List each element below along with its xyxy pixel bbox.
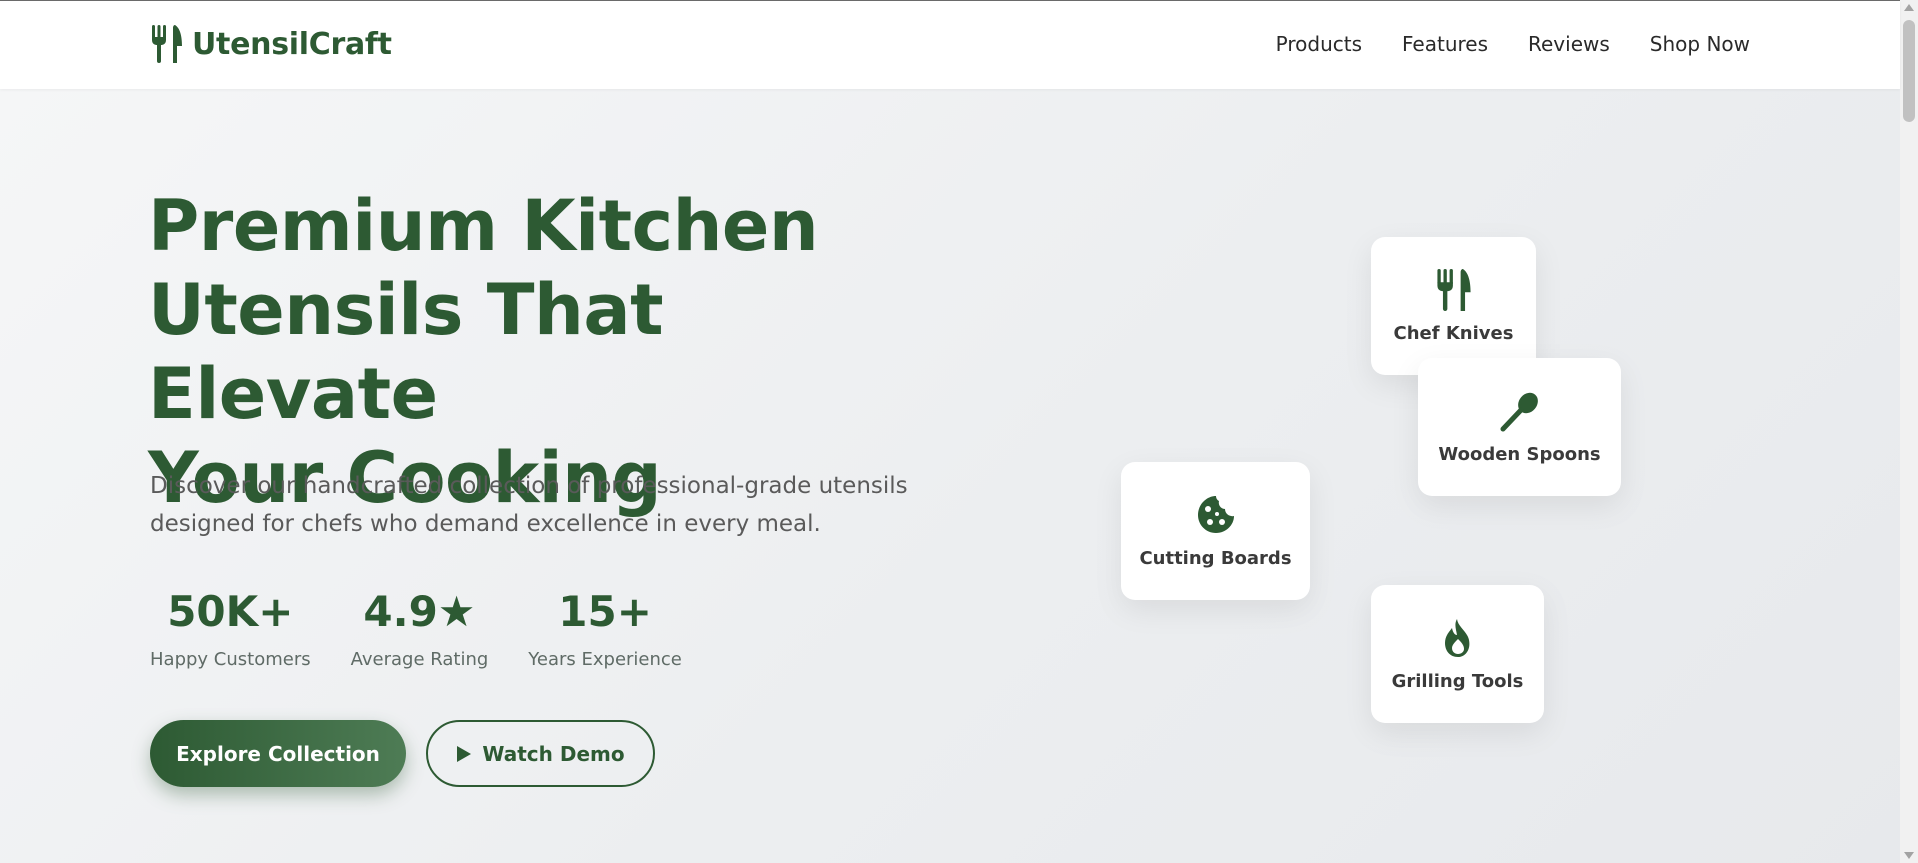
card-label: Wooden Spoons <box>1438 443 1601 465</box>
stat-rating: 4.9★ Average Rating <box>351 587 489 670</box>
hero-subtitle-line-1: Discover our handcrafted collection of p… <box>150 473 908 499</box>
card-chef-knives[interactable]: Chef Knives <box>1371 237 1536 375</box>
card-label: Cutting Boards <box>1139 547 1292 569</box>
explore-collection-button[interactable]: Explore Collection <box>150 720 406 787</box>
stat-label: Average Rating <box>350 649 489 670</box>
brand-logo[interactable]: UtensilCraft <box>150 25 392 63</box>
stat-label: Happy Customers <box>150 649 311 670</box>
utensils-icon <box>152 25 182 63</box>
card-grilling-tools[interactable]: Grilling Tools <box>1371 585 1544 723</box>
stat-label: Years Experience <box>528 649 682 670</box>
hero-title-line-2: Utensils That Elevate <box>148 269 664 435</box>
fire-icon <box>1444 618 1469 657</box>
stat-experience: 15+ Years Experience <box>528 587 682 670</box>
utensils-icon <box>1436 268 1471 311</box>
stats-row: 50K+ Happy Customers 4.9★ Average Rating… <box>150 587 682 670</box>
cookie-icon <box>1197 495 1234 533</box>
card-label: Chef Knives <box>1393 322 1514 344</box>
hero-section: Premium Kitchen Utensils That Elevate Yo… <box>0 89 1900 863</box>
spoon-icon <box>1500 392 1538 431</box>
nav-link-shop-now[interactable]: Shop Now <box>1650 32 1750 56</box>
navbar: UtensilCraft Products Features Reviews S… <box>0 1 1900 89</box>
stat-value: 15+ <box>558 587 652 636</box>
card-cutting-boards[interactable]: Cutting Boards <box>1121 462 1310 600</box>
nav-link-products[interactable]: Products <box>1276 32 1362 56</box>
watch-demo-label: Watch Demo <box>482 741 625 766</box>
play-icon <box>457 745 472 762</box>
vertical-scrollbar[interactable] <box>1900 0 1918 863</box>
brand-name: UtensilCraft <box>192 26 392 62</box>
stat-value: 50K+ <box>167 587 294 636</box>
card-wooden-spoons[interactable]: Wooden Spoons <box>1418 358 1621 496</box>
scroll-down-arrow-icon[interactable] <box>1904 852 1914 859</box>
watch-demo-button[interactable]: Watch Demo <box>426 720 655 787</box>
stat-value: 4.9★ <box>363 587 476 636</box>
nav-link-features[interactable]: Features <box>1402 32 1488 56</box>
stat-customers: 50K+ Happy Customers <box>150 587 311 670</box>
hero-title-line-1: Premium Kitchen <box>148 185 819 267</box>
hero-subtitle: Discover our handcrafted collection of p… <box>150 467 950 543</box>
card-label: Grilling Tools <box>1391 670 1524 692</box>
hero-subtitle-line-2: designed for chefs who demand excellence… <box>150 511 821 537</box>
nav-link-reviews[interactable]: Reviews <box>1528 32 1610 56</box>
main-nav: Products Features Reviews Shop Now <box>1276 32 1750 56</box>
scroll-up-arrow-icon[interactable] <box>1904 4 1914 11</box>
scrollbar-thumb[interactable] <box>1903 20 1915 122</box>
